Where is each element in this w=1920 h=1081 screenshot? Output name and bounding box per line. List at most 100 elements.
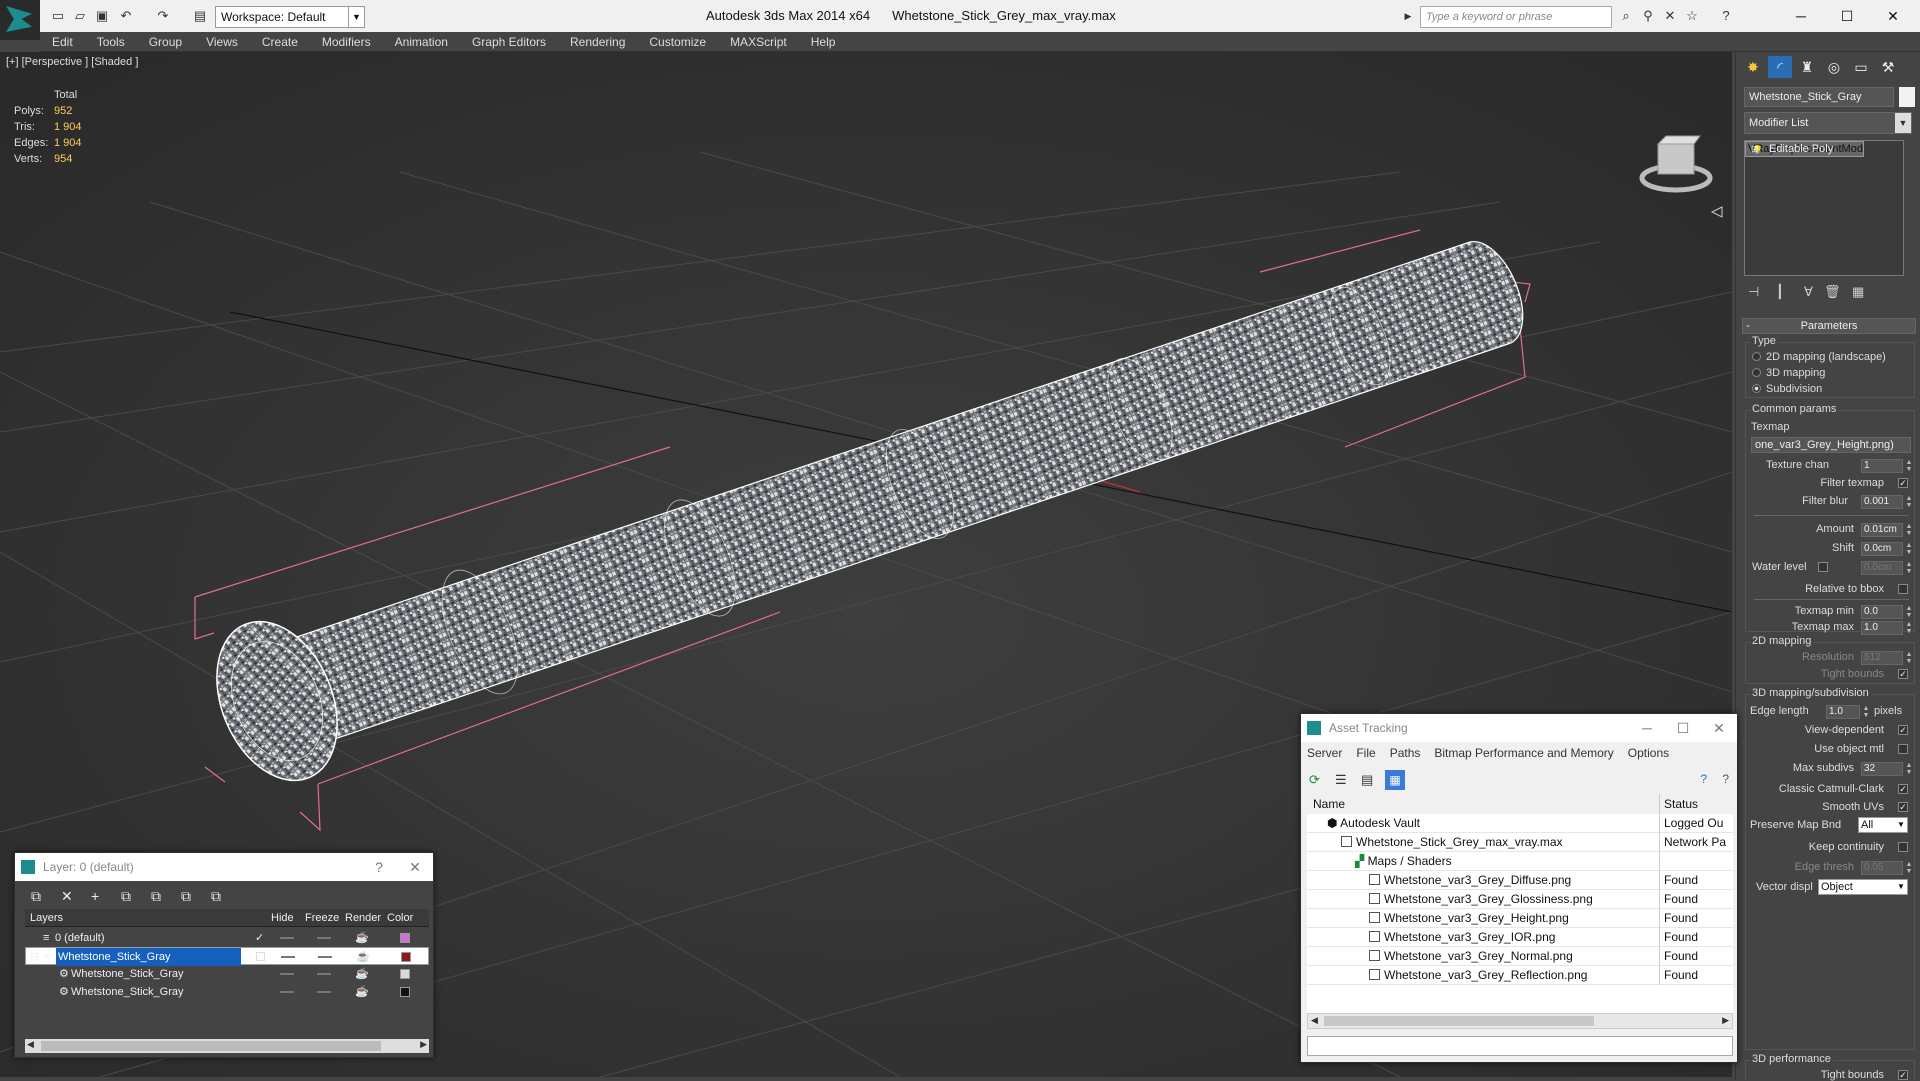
object-name[interactable]: Whetstone_Stick_Gray <box>71 965 184 983</box>
refresh-icon[interactable]: ⟳ <box>1309 772 1320 788</box>
close-icon[interactable]: ✕ <box>1870 0 1916 32</box>
asset-row[interactable]: Whetstone_var3_Grey_Diffuse.png Found <box>1307 871 1733 890</box>
object-row[interactable]: ⚙ Whetstone_Stick_Gray ☕ <box>25 965 429 983</box>
max-subdivs-spinner[interactable]: 32 <box>1861 762 1903 776</box>
hide-toggle[interactable] <box>280 937 294 939</box>
relative-bbox-checkbox[interactable] <box>1898 584 1908 594</box>
asset-row[interactable]: Whetstone_var3_Grey_Height.png Found <box>1307 909 1733 928</box>
help-icon[interactable]: ? <box>1700 772 1707 786</box>
object-color-swatch[interactable] <box>1899 87 1915 107</box>
texmap-button[interactable]: one_var3_Grey_Height.png) <box>1751 437 1911 453</box>
layer-name[interactable]: Whetstone_Stick_Gray <box>56 948 241 966</box>
radio-3d-mapping[interactable]: 3D mapping <box>1752 367 1825 379</box>
layer-color-swatch[interactable] <box>400 987 410 997</box>
column-render[interactable]: Render <box>345 909 381 927</box>
show-end-result-icon[interactable]: ┃ <box>1776 284 1784 300</box>
scroll-thumb[interactable] <box>41 1041 381 1051</box>
amount-spinner[interactable]: 0.01cm <box>1861 523 1903 537</box>
water-level-checkbox[interactable] <box>1818 562 1828 572</box>
star-icon[interactable]: ☆ <box>1684 8 1700 24</box>
menu-options[interactable]: Options <box>1628 746 1669 760</box>
exchange-icon[interactable]: ✕ <box>1662 8 1678 24</box>
asset-row[interactable]: Whetstone_var3_Grey_Glossiness.png Found <box>1307 890 1733 909</box>
asset-row[interactable]: ▞ Maps / Shaders <box>1307 852 1733 871</box>
create-layer-icon[interactable]: ⧉ <box>31 888 41 905</box>
viewport-label[interactable]: [+] [Perspective ] [Shaded ] <box>6 56 138 68</box>
layer-color-swatch[interactable] <box>401 952 411 962</box>
display-tab-icon[interactable]: ▭ <box>1849 56 1873 78</box>
open-file-icon[interactable]: ▱ <box>72 8 88 24</box>
column-name[interactable]: Name <box>1313 794 1345 814</box>
spinner-arrows-icon[interactable]: ▲ ▼ <box>1905 459 1913 473</box>
use-object-mtl-checkbox[interactable] <box>1898 744 1908 754</box>
parameters-rollout[interactable]: - Parameters <box>1742 318 1916 334</box>
freeze-toggle[interactable] <box>317 937 331 939</box>
radio-button[interactable] <box>1752 352 1761 361</box>
create-tab-icon[interactable]: ✸ <box>1741 56 1765 78</box>
water-level-spinner[interactable]: 0.0cm <box>1861 561 1903 575</box>
perf-tight-bounds-checkbox[interactable]: ✓ <box>1898 1070 1908 1080</box>
expand-icon[interactable]: ⊞ <box>1751 144 1761 154</box>
catmull-clark-checkbox[interactable]: ✓ <box>1898 784 1908 794</box>
make-unique-icon[interactable]: ∀ <box>1804 284 1813 300</box>
add-selection-icon[interactable]: + <box>91 888 99 904</box>
texmap-max-spinner[interactable]: 1.0 <box>1861 621 1903 635</box>
scroll-left-icon[interactable]: ◀ <box>1311 1015 1318 1026</box>
layer-color-swatch[interactable] <box>400 933 410 943</box>
spinner-arrows-icon[interactable]: ▲ ▼ <box>1905 651 1913 665</box>
spinner-arrows-icon[interactable]: ▲ ▼ <box>1862 705 1870 719</box>
vector-displ-dropdown[interactable]: Object ▼ <box>1818 879 1908 895</box>
spinner-arrows-icon[interactable]: ▲ ▼ <box>1905 861 1913 875</box>
freeze-toggle[interactable] <box>317 973 331 975</box>
modify-tab-icon[interactable]: ◜ <box>1768 56 1792 78</box>
hide-toggle[interactable] <box>280 991 294 993</box>
list-view-icon[interactable]: ☰ <box>1335 772 1347 788</box>
render-teapot-icon[interactable]: ☕ <box>355 965 369 983</box>
modifier-list-dropdown[interactable]: Modifier List ▼ <box>1744 112 1912 134</box>
menu-server[interactable]: Server <box>1307 746 1342 760</box>
layer-name[interactable]: 0 (default) <box>55 929 105 947</box>
new-file-icon[interactable]: ▭ <box>50 8 66 24</box>
spinner-arrows-icon[interactable]: ▲ ▼ <box>1905 542 1913 556</box>
asset-path-field[interactable] <box>1307 1036 1733 1056</box>
layer-row[interactable]: ≡ 0 (default) ✓ ☕ <box>25 929 429 947</box>
pin-stack-icon[interactable]: ⊣ <box>1748 284 1759 300</box>
layer-color-swatch[interactable] <box>400 969 410 979</box>
menu-paths[interactable]: Paths <box>1390 746 1421 760</box>
radio-button[interactable] <box>1752 368 1761 377</box>
resolution-spinner[interactable]: 512 <box>1861 651 1903 665</box>
object-name[interactable]: Whetstone_Stick_Gray <box>71 983 184 1001</box>
menu-bitmap-performance[interactable]: Bitmap Performance and Memory <box>1434 746 1613 760</box>
column-hide[interactable]: Hide <box>271 909 294 927</box>
undo-icon[interactable]: ↶ <box>118 8 134 24</box>
menu-file[interactable]: File <box>1356 746 1375 760</box>
configure-sets-icon[interactable]: ▦ <box>1852 284 1864 300</box>
menu-animation[interactable]: Animation <box>383 32 460 52</box>
menu-customize[interactable]: Customize <box>637 32 718 52</box>
freeze-toggle[interactable] <box>317 991 331 993</box>
filter-texmap-checkbox[interactable]: ✓ <box>1898 478 1908 488</box>
minimize-icon[interactable]: ─ <box>1778 0 1824 32</box>
radio-2d-mapping[interactable]: 2D mapping (landscape) <box>1752 351 1886 363</box>
radio-button[interactable] <box>1752 384 1761 393</box>
key-icon[interactable]: ⚲ <box>1640 8 1656 24</box>
column-freeze[interactable]: Freeze <box>305 909 339 927</box>
preserve-map-bnd-dropdown[interactable]: All ▼ <box>1858 817 1908 833</box>
smooth-uvs-checkbox[interactable]: ✓ <box>1898 802 1908 812</box>
object-name-field[interactable]: Whetstone_Stick_Gray <box>1744 87 1894 107</box>
object-row[interactable]: ⚙ Whetstone_Stick_Gray ☕ <box>25 983 429 1001</box>
utilities-tab-icon[interactable]: ⚒ <box>1876 56 1900 78</box>
horizontal-scrollbar[interactable]: ◀ ▶ <box>1307 1013 1733 1029</box>
column-status[interactable]: Status <box>1659 794 1698 814</box>
scroll-right-icon[interactable]: ▶ <box>420 1039 427 1050</box>
hide-all-icon[interactable]: ⧉ <box>181 888 191 905</box>
stack-item-editable-poly[interactable]: ⊞ Editable Poly <box>1745 141 1903 157</box>
filter-blur-spinner[interactable]: 0.001 <box>1861 495 1903 509</box>
asset-row[interactable]: Whetstone_var3_Grey_IOR.png Found <box>1307 928 1733 947</box>
menu-graph-editors[interactable]: Graph Editors <box>460 32 558 52</box>
binoculars-icon[interactable]: ⌕ <box>1618 8 1634 24</box>
active-layer-check-icon[interactable]: ✓ <box>255 929 264 947</box>
menu-rendering[interactable]: Rendering <box>558 32 637 52</box>
freeze-toggle[interactable] <box>318 956 332 958</box>
radio-subdivision[interactable]: Subdivision <box>1752 383 1822 395</box>
